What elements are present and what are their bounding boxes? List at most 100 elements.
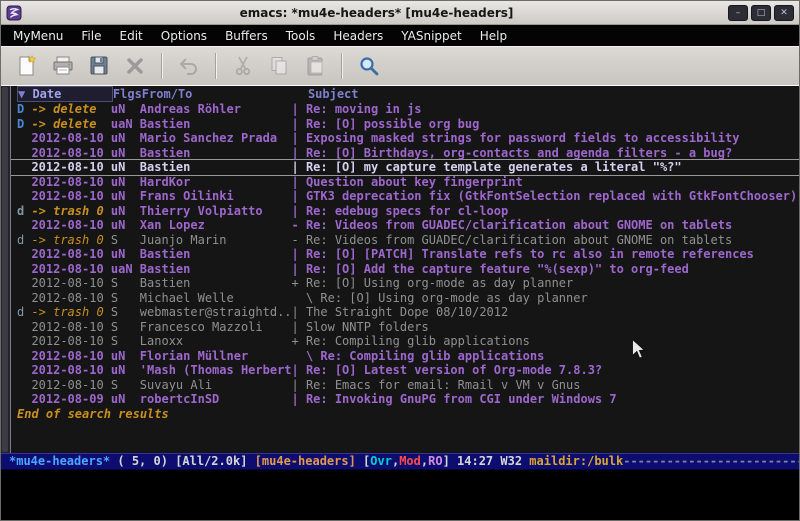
close-buffer-button[interactable] xyxy=(119,50,151,82)
message-row[interactable]: 2012-08-10uNBastien|Re: [O] [PATCH] Tran… xyxy=(11,247,799,262)
message-row[interactable]: 2012-08-10uaNBastien|Re: [O] Add the cap… xyxy=(11,262,799,277)
column-header-subject[interactable]: Subject xyxy=(308,87,799,101)
cell-from: 'Mash (Thomas Herbert) xyxy=(140,363,292,378)
cell-subject: The Straight Dope 08/10/2012 xyxy=(306,305,799,320)
cell-date: 2012-08-10 xyxy=(31,175,110,190)
menu-item-yasnippet[interactable]: YASnippet xyxy=(392,27,471,45)
cell-from: Xan Lopez xyxy=(140,218,292,233)
cell-subject: Question about key fingerprint xyxy=(306,175,799,190)
cell-sep: | xyxy=(292,146,306,161)
menu-item-headers[interactable]: Headers xyxy=(324,27,392,45)
cell-sep xyxy=(292,349,306,364)
message-row[interactable]: d-> trash 0Swebmaster@straightd...|The S… xyxy=(11,305,799,320)
new-file-button[interactable] xyxy=(11,50,43,82)
cell-sep: | xyxy=(292,160,306,175)
cell-subject: Re: [O] [PATCH] Translate refs to rc als… xyxy=(306,247,799,262)
modeline-segment: ( 5, 0) xyxy=(110,454,175,468)
message-row[interactable]: D-> deleteuaNBastien|Re: [O] possible or… xyxy=(11,117,799,132)
save-button[interactable] xyxy=(83,50,115,82)
cell-flags: uaN xyxy=(111,262,140,277)
title-bar[interactable]: emacs: *mu4e-headers* [mu4e-headers] – □… xyxy=(1,1,799,25)
mode-line[interactable]: *mu4e-headers* ( 5, 0) [All/2.0k] [mu4e-… xyxy=(1,453,799,470)
cell-subject: Re: [O] Latest version of Org-mode 7.8.3… xyxy=(306,363,799,378)
menu-item-tools[interactable]: Tools xyxy=(277,27,325,45)
minibuffer[interactable] xyxy=(1,470,799,521)
close-button[interactable]: ✕ xyxy=(774,5,794,21)
maximize-button[interactable]: □ xyxy=(751,5,771,21)
cell-from: Andreas Röhler xyxy=(140,102,292,117)
menu-bar: MyMenuFileEditOptionsBuffersToolsHeaders… xyxy=(1,25,799,46)
message-row[interactable]: 2012-08-09uNrobertcInSD|Re: Invoking Gnu… xyxy=(11,392,799,407)
cell-mark xyxy=(17,262,31,277)
message-row[interactable]: D-> deleteuNAndreas Röhler|Re: moving in… xyxy=(11,102,799,117)
menu-item-edit[interactable]: Edit xyxy=(111,27,152,45)
cut-button[interactable] xyxy=(227,50,259,82)
copy-button[interactable] xyxy=(263,50,295,82)
headers-list: D-> deleteuNAndreas Röhler|Re: moving in… xyxy=(11,102,799,407)
undo-icon xyxy=(177,54,201,78)
cell-flags: S xyxy=(111,378,140,393)
message-row[interactable]: 2012-08-10uNBastien|Re: [O] Birthdays, o… xyxy=(11,146,799,161)
scrollbar[interactable] xyxy=(1,86,11,453)
cell-subject: \ Re: Compiling glib applications xyxy=(306,349,799,364)
close-icon xyxy=(123,54,147,78)
cell-flags: uN xyxy=(111,102,140,117)
column-header-from[interactable]: From/To xyxy=(142,87,294,101)
cell-mark xyxy=(17,146,31,161)
message-row[interactable]: 2012-08-10SSuvayu Ali|Re: Emacs for emai… xyxy=(11,378,799,393)
menu-item-options[interactable]: Options xyxy=(152,27,216,45)
cell-mark: d xyxy=(17,204,31,219)
cell-from: Francesco Mazzoli xyxy=(140,320,292,335)
cell-sep: | xyxy=(292,378,306,393)
cell-flags: uN xyxy=(111,363,140,378)
message-row[interactable]: 2012-08-10uNFlorian Müllner\ Re: Compili… xyxy=(11,349,799,364)
sort-column-box[interactable]: ▼Date xyxy=(17,86,113,102)
modeline-segment: W32 xyxy=(500,454,529,468)
cell-flags: uN xyxy=(111,189,140,204)
message-row[interactable]: 2012-08-10uNFrans Oilinki|GTK3 deprecati… xyxy=(11,189,799,204)
cell-mark xyxy=(17,334,31,349)
cell-date: 2012-08-10 xyxy=(31,218,110,233)
cell-from: Frans Oilinki xyxy=(140,189,292,204)
toolbar-separator xyxy=(341,53,343,79)
message-row[interactable]: 2012-08-10uN'Mash (Thomas Herbert)|Re: [… xyxy=(11,363,799,378)
message-row[interactable]: d-> trash 0SJuanjo Marin-Re: Videos from… xyxy=(11,233,799,248)
search-button[interactable] xyxy=(353,50,385,82)
cell-subject: Re: Compiling glib applications xyxy=(306,334,799,349)
cell-sep: - xyxy=(292,233,306,248)
cell-subject: Re: [O] Birthdays, org-contacts and agen… xyxy=(306,146,799,161)
column-header-date[interactable]: Date xyxy=(32,87,111,101)
message-row[interactable]: 2012-08-10SBastien+Re: [O] Using org-mod… xyxy=(11,276,799,291)
cell-subject: Re: Emacs for email: Rmail v VM v Gnus xyxy=(306,378,799,393)
message-row[interactable]: d-> trash 0uNThierry Volpiatto|Re: edebu… xyxy=(11,204,799,219)
menu-item-file[interactable]: File xyxy=(72,27,110,45)
menu-item-help[interactable]: Help xyxy=(471,27,516,45)
paste-button[interactable] xyxy=(299,50,331,82)
print-button[interactable] xyxy=(47,50,79,82)
message-row[interactable]: 2012-08-10SLanoxx+Re: Compiling glib app… xyxy=(11,334,799,349)
message-row[interactable]: 2012-08-10uNMario Sanchez Prada|Exposing… xyxy=(11,131,799,146)
message-row[interactable]: 2012-08-10uNXan Lopez-Re: Videos from GU… xyxy=(11,218,799,233)
cell-from: robertcInSD xyxy=(140,392,292,407)
minimize-button[interactable]: – xyxy=(728,5,748,21)
message-row[interactable]: 2012-08-10uNBastien|Re: [O] my capture t… xyxy=(11,160,799,175)
message-row[interactable]: 2012-08-10SMichael Welle\ Re: [O] Using … xyxy=(11,291,799,306)
menu-item-buffers[interactable]: Buffers xyxy=(216,27,277,45)
cell-sep: + xyxy=(292,334,306,349)
cell-flags: uaN xyxy=(111,117,140,132)
cell-subject: Exposing masked strings for password fie… xyxy=(306,131,799,146)
cell-date: 2012-08-10 xyxy=(31,160,110,175)
cell-date: 2012-08-10 xyxy=(31,262,110,277)
scrollbar-thumb[interactable] xyxy=(2,87,8,452)
cell-sep: | xyxy=(292,247,306,262)
cell-subject: GTK3 deprecation fix (GtkFontSelection r… xyxy=(306,189,799,204)
menu-item-mymenu[interactable]: MyMenu xyxy=(4,27,72,45)
cell-mark xyxy=(17,189,31,204)
message-row[interactable]: 2012-08-10SFrancesco Mazzoli|Slow NNTP f… xyxy=(11,320,799,335)
cell-mark xyxy=(17,276,31,291)
undo-button[interactable] xyxy=(173,50,205,82)
modeline-segment: ----------------------------------------… xyxy=(623,454,799,468)
cell-from: Lanoxx xyxy=(140,334,292,349)
column-header-flags[interactable]: Flgs xyxy=(113,87,142,101)
message-row[interactable]: 2012-08-10uNHardKor|Question about key f… xyxy=(11,175,799,190)
